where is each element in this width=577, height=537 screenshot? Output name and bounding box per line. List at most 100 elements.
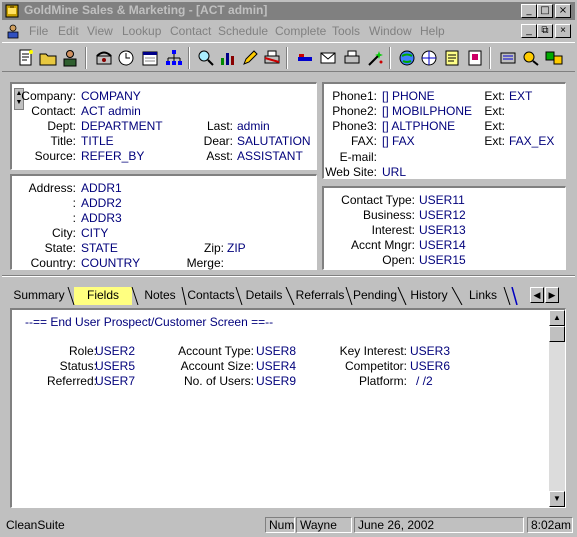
role-value[interactable]: USER2 (95, 344, 135, 358)
menu-schedule[interactable]: Schedule (218, 24, 268, 38)
phone-icon[interactable] (94, 48, 114, 68)
maximize-button[interactable]: □ (537, 4, 553, 18)
business-value[interactable]: USER12 (419, 208, 466, 222)
fax-value[interactable]: [] FAX (382, 134, 415, 148)
competitor-value[interactable]: USER6 (410, 359, 450, 373)
contact-record-icon[interactable] (5, 23, 21, 39)
scroll-down-button[interactable]: ▼ (549, 491, 565, 507)
magic-wand-icon[interactable] (365, 48, 385, 68)
menu-file[interactable]: File (29, 24, 48, 38)
lookup-icon[interactable] (498, 48, 518, 68)
website-value[interactable]: URL (382, 165, 406, 179)
pen-icon[interactable] (240, 48, 260, 68)
city-value[interactable]: CITY (81, 226, 108, 240)
toolbar-separator (489, 47, 491, 69)
globe-icon[interactable] (397, 48, 417, 68)
ext4-value[interactable]: FAX_EX (509, 134, 554, 148)
user-icon[interactable] (60, 48, 80, 68)
tab-scroll-right-button[interactable]: ▶ (545, 287, 559, 303)
printer-icon[interactable] (262, 48, 282, 68)
source-value[interactable]: REFER_BY (81, 149, 144, 163)
last-value[interactable]: admin (237, 119, 270, 133)
num-users-value[interactable]: USER9 (256, 374, 296, 388)
open-value[interactable]: USER15 (419, 253, 466, 267)
mdi-restore-button[interactable]: ⧉ (537, 24, 553, 38)
goldmine-app-icon[interactable] (5, 4, 19, 18)
open-folder-icon[interactable] (38, 48, 58, 68)
menu-view[interactable]: View (87, 24, 113, 38)
zip-value[interactable]: ZIP (227, 241, 246, 255)
accnt-mngr-label: Accnt Mngr: (350, 238, 415, 252)
menu-window[interactable]: Window (369, 24, 412, 38)
menu-help[interactable]: Help (420, 24, 445, 38)
phone2-value[interactable]: [] MOBILPHONE (382, 104, 472, 118)
envelope-icon[interactable] (318, 48, 338, 68)
attach-icon[interactable] (465, 48, 485, 68)
new-record-icon[interactable] (16, 48, 36, 68)
status-value[interactable]: USER5 (95, 359, 135, 373)
notes-icon[interactable] (442, 48, 462, 68)
title-bar[interactable]: GoldMine Sales & Marketing - [ACT admin]… (2, 2, 575, 20)
account-size-value[interactable]: USER4 (256, 359, 296, 373)
contact-type-value[interactable]: USER11 (419, 193, 465, 207)
account-type-value[interactable]: USER8 (256, 344, 296, 358)
phone1-value[interactable]: [] PHONE (382, 89, 435, 103)
org-chart-icon[interactable] (164, 48, 184, 68)
clock-icon[interactable] (116, 48, 136, 68)
close-button[interactable]: × (555, 4, 571, 18)
dept-value[interactable]: DEPARTMENT (81, 119, 163, 133)
accnt-mngr-value[interactable]: USER14 (419, 238, 466, 252)
referred-value[interactable]: USER7 (95, 374, 135, 388)
tab-summary[interactable]: Summary (10, 287, 68, 305)
platform-value[interactable]: / /2 (416, 374, 433, 388)
mdi-close-button[interactable]: × (555, 24, 571, 38)
tab-pending[interactable]: Pending (352, 287, 398, 305)
print-icon[interactable] (342, 48, 362, 68)
ext4-label: Ext: (484, 134, 505, 148)
address1-value[interactable]: ADDR1 (81, 181, 122, 195)
tab-referrals[interactable]: Referrals (294, 287, 346, 305)
splitter[interactable] (2, 275, 575, 277)
email-icon[interactable] (295, 48, 315, 68)
tab-history[interactable]: History (406, 287, 452, 305)
key-interest-value[interactable]: USER3 (410, 344, 450, 358)
tab-scroll-left-button[interactable]: ◀ (530, 287, 544, 303)
mdi-minimize-button[interactable]: _ (521, 24, 537, 38)
search-icon[interactable] (196, 48, 216, 68)
phone3-label: Phone3: (332, 119, 377, 133)
tab-notes[interactable]: Notes (138, 287, 182, 305)
scroll-up-button[interactable]: ▲ (549, 310, 565, 326)
minimize-button[interactable]: _ (521, 4, 537, 18)
help-icon[interactable] (521, 48, 541, 68)
calendar-icon[interactable] (140, 48, 160, 68)
dear-value[interactable]: SALUTATION (237, 134, 311, 148)
sync-icon[interactable] (544, 48, 564, 68)
vertical-scrollbar[interactable]: ▲ ▼ (549, 310, 565, 507)
menu-contact[interactable]: Contact (170, 24, 211, 38)
bar-graph-icon[interactable] (218, 48, 238, 68)
scroll-thumb[interactable] (549, 326, 565, 342)
menu-edit[interactable]: Edit (58, 24, 79, 38)
toolbar (2, 42, 575, 72)
phone3-value[interactable]: [] ALTPHONE (382, 119, 455, 133)
business-label: Business: (362, 208, 415, 222)
menu-complete[interactable]: Complete (275, 24, 326, 38)
asst-value[interactable]: ASSISTANT (237, 149, 303, 163)
tab-contacts[interactable]: Contacts (186, 287, 236, 305)
state-value[interactable]: STATE (81, 241, 118, 255)
ext1-value[interactable]: EXT (509, 89, 532, 103)
company-value[interactable]: COMPANY (81, 89, 141, 103)
contact-value[interactable]: ACT admin (81, 104, 141, 118)
web-icon[interactable] (419, 48, 439, 68)
menu-lookup[interactable]: Lookup (122, 24, 161, 38)
tab-details[interactable]: Details (242, 287, 286, 305)
fields-view: --== End User Prospect/Customer Screen =… (10, 308, 566, 508)
interest-value[interactable]: USER13 (419, 223, 466, 237)
tab-links[interactable]: Links (462, 287, 504, 305)
address2-value[interactable]: ADDR2 (81, 196, 122, 210)
address3-value[interactable]: ADDR3 (81, 211, 122, 225)
title-value[interactable]: TITLE (81, 134, 114, 148)
tab-fields[interactable]: Fields (74, 287, 132, 305)
country-value[interactable]: COUNTRY (81, 256, 140, 270)
menu-tools[interactable]: Tools (332, 24, 360, 38)
